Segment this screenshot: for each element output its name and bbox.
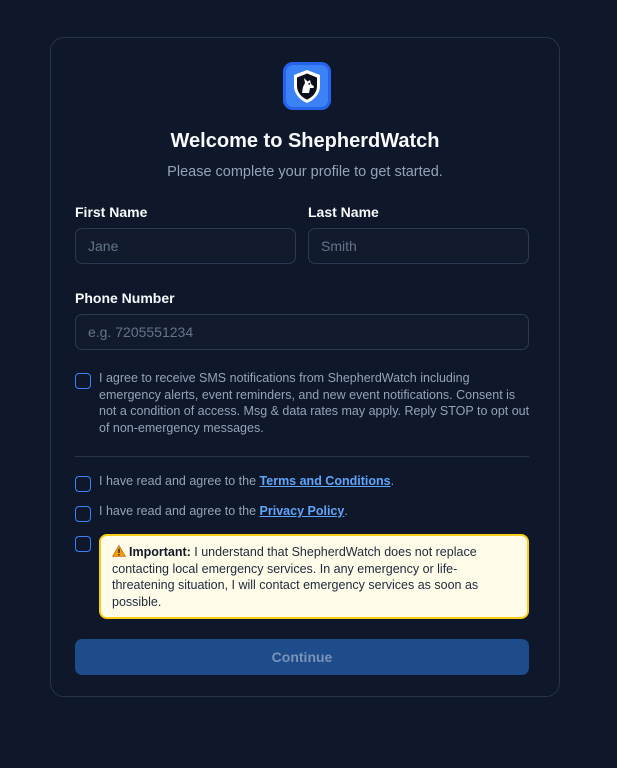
page-title: Welcome to ShepherdWatch [170,130,440,152]
profile-card: Welcome to ShepherdWatch Please complete… [50,37,560,697]
terms-suffix: . [390,474,395,488]
shepherd-dog-shield-icon [283,62,331,110]
warning-icon [112,545,126,557]
terms-text: I have read and agree to the Terms and C… [99,473,531,490]
privacy-suffix: . [344,504,348,518]
sms-consent-text: I agree to receive SMS notifications fro… [99,371,530,435]
privacy-prefix: I have read and agree to the [99,504,260,518]
privacy-text: I have read and agree to the Privacy Pol… [99,503,531,520]
last-name-input[interactable] [308,228,529,264]
privacy-link[interactable]: Privacy Policy [260,504,345,518]
terms-link[interactable]: Terms and Conditions [260,474,391,488]
divider [75,456,529,457]
emergency-ack-checkbox[interactable] [75,536,91,552]
phone-input[interactable] [75,314,529,350]
phone-label: Phone Number [75,290,175,306]
first-name-label: First Name [75,204,148,220]
terms-prefix: I have read and agree to the [99,474,260,488]
terms-checkbox[interactable] [75,476,91,492]
page-subtitle: Please complete your profile to get star… [167,164,443,180]
continue-button[interactable]: Continue [75,639,529,675]
emergency-notice: Important: I understand that ShepherdWat… [99,534,529,619]
sms-consent-checkbox[interactable] [75,373,91,389]
important-label: Important: [129,545,191,559]
last-name-label: Last Name [308,204,379,220]
first-name-input[interactable] [75,228,296,264]
privacy-checkbox[interactable] [75,506,91,522]
